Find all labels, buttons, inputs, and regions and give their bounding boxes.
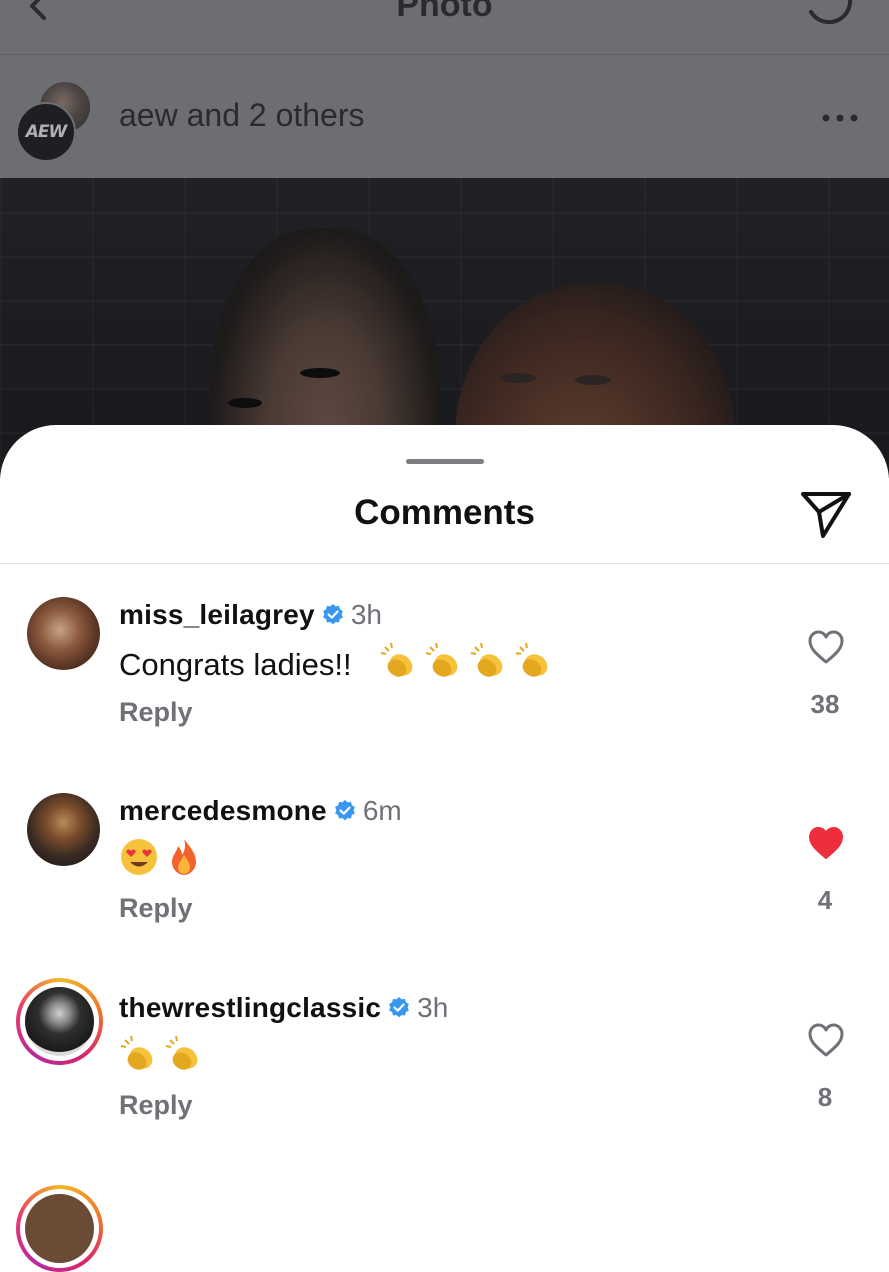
commenter-username[interactable]: thewrestlingclassic	[119, 992, 381, 1023]
clapping-hands-emoji-icon	[380, 642, 413, 677]
heart-outline-icon[interactable]	[807, 629, 845, 665]
like-count: 38	[810, 689, 840, 719]
comments-title: Comments	[354, 493, 535, 532]
commenter-username[interactable]: mercedesmone	[119, 795, 327, 826]
commenter-avatar[interactable]	[27, 793, 100, 866]
aew-avatar: AEW	[16, 102, 76, 162]
sheet-drag-handle[interactable]	[406, 459, 484, 464]
clapping-hands-emoji-icon	[470, 642, 503, 677]
comment-item: miss_leilagrey 3h Congrats ladies!! Repl…	[0, 597, 889, 767]
collab-avatar-stack[interactable]: AEW	[16, 80, 92, 162]
post-header: AEW aew and 2 others	[0, 55, 889, 178]
heart-outline-icon[interactable]	[807, 1022, 845, 1058]
top-navigation-bar: Photo	[0, 0, 889, 55]
clapping-hands-emoji-icon	[120, 1035, 153, 1070]
comments-sheet: Comments miss_leilagrey 3h Congrats ladi…	[0, 425, 889, 1225]
comment-header: miss_leilagrey 3h	[119, 599, 382, 631]
heart-filled-icon[interactable]	[807, 825, 845, 861]
comment-text: Congrats ladies!!	[119, 641, 559, 683]
reply-button[interactable]: Reply	[119, 697, 193, 728]
like-count: 4	[817, 885, 833, 915]
comment-timestamp: 6m	[362, 795, 402, 826]
commenter-avatar	[25, 987, 94, 1056]
commenter-avatar[interactable]	[27, 597, 100, 670]
commenter-avatar-story-ring[interactable]	[16, 978, 103, 1065]
commenter-avatar-story-ring[interactable]	[16, 1185, 103, 1272]
loading-spinner-icon	[809, 0, 853, 25]
comment-timestamp: 3h	[417, 992, 449, 1023]
fire-emoji-icon	[172, 839, 196, 875]
reply-button[interactable]: Reply	[119, 1090, 193, 1121]
heart-eyes-emoji-icon	[121, 839, 157, 875]
clapping-hands-emoji-icon	[515, 642, 548, 677]
comment-header: thewrestlingclassic 3h	[119, 992, 448, 1024]
page-title: Photo	[396, 0, 493, 24]
comment-header: mercedesmone 6m	[119, 795, 402, 827]
aew-logo: AEW	[25, 122, 68, 142]
verified-badge-icon	[334, 800, 355, 821]
comment-item: thewrestlingclassic 3h Reply 8	[0, 978, 889, 1160]
clapping-hands-emoji-icon	[165, 1035, 198, 1070]
commenter-username[interactable]: miss_leilagrey	[119, 599, 315, 630]
comment-text-content: Congrats ladies!!	[119, 647, 352, 682]
comment-text	[119, 837, 209, 879]
more-options-icon[interactable]	[821, 113, 859, 123]
like-count: 8	[817, 1082, 833, 1112]
comment-timestamp: 3h	[350, 599, 382, 630]
share-paper-plane-icon[interactable]	[799, 488, 853, 540]
verified-badge-icon	[322, 604, 343, 625]
verified-badge-icon	[389, 997, 410, 1018]
comment-text	[119, 1034, 209, 1076]
clapping-hands-emoji-icon	[425, 642, 458, 677]
commenter-avatar	[25, 1194, 94, 1263]
comment-item: mercedesmone 6m Reply 4	[0, 793, 889, 963]
sheet-divider	[0, 563, 889, 564]
post-owner-label[interactable]: aew and 2 others	[119, 97, 365, 134]
reply-button[interactable]: Reply	[119, 893, 193, 924]
